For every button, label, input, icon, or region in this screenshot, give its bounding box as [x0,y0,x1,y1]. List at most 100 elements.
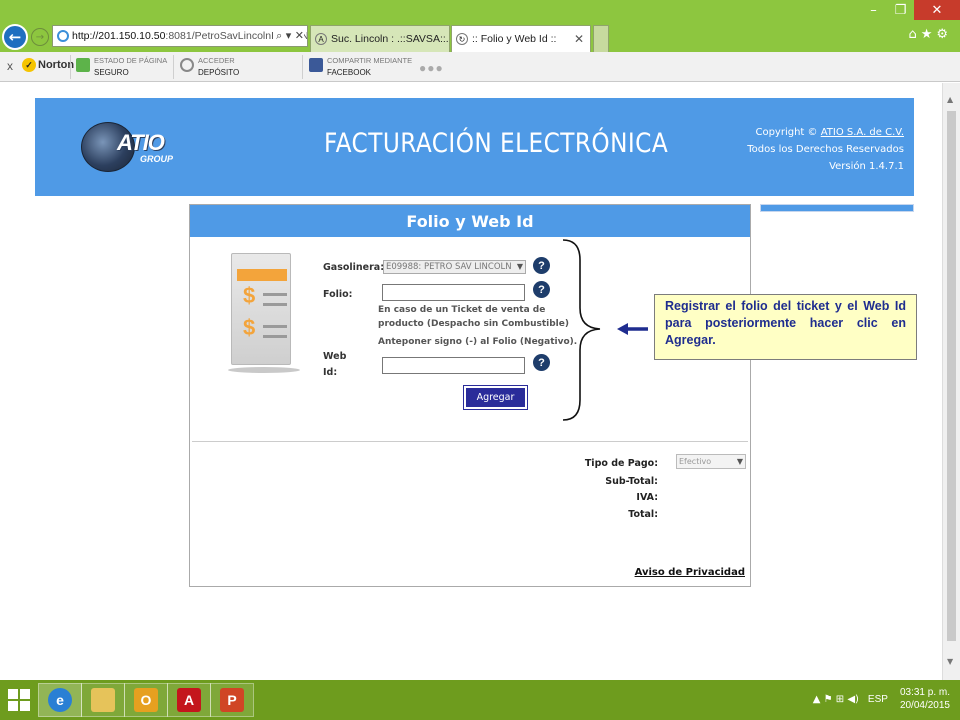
folio-hint: En caso de un Ticket de venta de product… [378,304,577,350]
header-banner: ATIO GROUP FACTURACIÓN ELECTRÓNICA Copyr… [35,98,914,196]
clock-date: 20/04/2015 [899,700,950,711]
webid-label-line1: Web [323,351,347,362]
norton-logo[interactable]: ✓ Norton [22,58,74,72]
gasolinera-select[interactable]: E09988: PETRO SAV LINCOLN ▼ [383,260,526,274]
document-shadow [228,367,300,373]
window-controls: – ❐ ✕ [860,0,960,20]
close-window-button[interactable]: ✕ [914,0,960,20]
page-status-title: ESTADO DE PÁGINA [94,56,168,65]
side-panel-header [760,204,914,212]
restore-button[interactable]: ❐ [887,0,914,20]
powerpoint-icon[interactable]: P [210,683,254,717]
address-bar[interactable]: http://201.150.10.50:8081/PetroSavLincol… [52,25,308,47]
norton-label: Norton [38,59,75,71]
webid-input[interactable] [382,357,525,374]
chevron-down-icon: ▼ [516,262,523,271]
tab-folio-web-id[interactable]: ↻ :: Folio y Web Id :: ✕ [451,25,591,52]
toolbar-close-icon[interactable]: x [7,59,13,73]
copyright-prefix: Copyright © [755,127,818,138]
browser-titlebar: – ❐ ✕ ← → http://201.150.10.50:8081/Petr… [0,0,960,52]
acrobat-icon[interactable]: A [167,683,211,717]
vault-access-item[interactable]: ACCEDER DEPÓSITO [180,55,239,78]
hint-line: En caso de un Ticket de venta de [378,305,546,315]
home-favorites-settings-icons[interactable]: ⌂★⚙ [908,27,952,42]
folio-webid-panel: Folio y Web Id $ $ Gasolinera: E09988: P… [189,204,751,587]
clock[interactable]: 03:31 p. m. 20/04/2015 [900,686,950,712]
loading-icon: ↻ [456,33,468,45]
subtotal-label: Sub-Total: [605,476,658,487]
url-host: http://201.150.10.50 [72,30,166,42]
norton-toolbar: x ✓ Norton ESTADO DE PÁGINA SEGURO ACCEDE… [0,52,960,82]
logo-subtext: GROUP [140,154,174,164]
copyright-link[interactable]: ATIO S.A. de C.V. [821,127,904,138]
folio-input[interactable] [382,284,525,301]
system-tray: ▲ ⚑ ⊞ ◀) ESP 03:31 p. m. 20/04/2015 [813,686,950,712]
atio-logo: ATIO GROUP [77,116,187,178]
instruction-callout: Registrar el folio del ticket y el Web I… [654,294,917,360]
copyright-block: Copyright © ATIO S.A. de C.V. Todos los … [747,124,904,175]
windows-start-icon[interactable] [8,689,30,711]
tab-label: :: Folio y Web Id :: [472,33,557,45]
annotation-brace-arrow [562,239,648,421]
ie-icon[interactable]: e [38,683,82,717]
help-icon[interactable]: ? [533,354,550,371]
tab-label: Suc. Lincoln : .::SAVSA::. [331,33,449,45]
webid-label-line2: Id: [323,367,338,378]
page-status-item[interactable]: ESTADO DE PÁGINA SEGURO [76,55,167,78]
tab-close-icon[interactable]: ✕ [574,32,584,46]
tray-icons[interactable]: ▲ ⚑ ⊞ ◀) [813,694,859,705]
norton-check-icon: ✓ [22,58,36,72]
clock-time: 03:31 p. m. [899,687,950,698]
toolbar-divider [302,55,303,79]
add-button[interactable]: Agregar [463,385,528,410]
vault-title: ACCEDER [198,56,235,65]
vault-icon [180,58,194,72]
tipo-pago-select[interactable]: Efectivo ▼ [676,454,746,469]
language-indicator[interactable]: ESP [868,694,888,705]
page-status-value: SEGURO [94,68,129,77]
tab-suc-lincoln[interactable]: A Suc. Lincoln : .::SAVSA::. [310,25,450,52]
facebook-share-value: FACEBOOK [327,68,372,77]
minimize-button[interactable]: – [860,0,887,20]
scroll-thumb[interactable] [947,111,956,641]
gasolinera-label: Gasolinera: [323,262,385,273]
gasolinera-selected-value: E09988: PETRO SAV LINCOLN [386,262,512,272]
new-tab-button[interactable] [593,25,609,52]
vertical-scrollbar[interactable]: ▲ ▼ [942,83,960,680]
page-viewport: ATIO GROUP FACTURACIÓN ELECTRÓNICA Copyr… [0,83,942,680]
windows-taskbar: e O A P ▲ ⚑ ⊞ ◀) ESP 03:31 p. m. 20/04/2… [0,680,960,720]
toolbar-divider [173,55,174,79]
forward-arrow-icon[interactable]: → [31,28,49,46]
help-icon[interactable]: ? [533,281,550,298]
scroll-up-icon[interactable]: ▲ [947,95,953,104]
folio-label: Folio: [323,289,353,300]
section-divider [192,441,748,442]
iva-label: IVA: [636,492,658,503]
toolbar-divider [70,55,71,79]
more-options-icon[interactable]: ●●● [419,61,444,75]
panel-title: Folio y Web Id [190,205,750,237]
ie-page-icon [57,30,69,42]
secure-check-icon [76,58,90,72]
tab-favicon-icon: A [315,33,327,45]
tipo-pago-selected-value: Efectivo [679,457,712,466]
chevron-down-icon: ▼ [736,457,743,466]
outlook-icon[interactable]: O [124,683,168,717]
scroll-down-icon[interactable]: ▼ [947,657,953,666]
version-text: Versión 1.4.7.1 [829,161,904,172]
hint-line: producto (Despacho sin Combustible) [378,318,569,329]
file-explorer-icon[interactable] [81,683,125,717]
address-tools-icon[interactable]: ⌕ ▾ ✕ [273,29,304,43]
help-icon[interactable]: ? [533,257,550,274]
page-title: FACTURACIÓN ELECTRÓNICA [324,128,669,159]
facebook-share-item[interactable]: COMPARTIR MEDIANTE FACEBOOK [309,55,412,78]
total-label: Total: [628,509,658,520]
facebook-icon [309,58,323,72]
vault-value: DEPÓSITO [198,68,240,77]
facebook-share-title: COMPARTIR MEDIANTE [327,56,413,65]
tipo-pago-label: Tipo de Pago: [584,458,658,469]
rights-text: Todos los Derechos Reservados [747,144,904,155]
privacy-notice-link[interactable]: Aviso de Privacidad [635,567,745,578]
back-arrow-icon[interactable]: ← [2,24,28,50]
logo-text: ATIO [117,130,165,155]
